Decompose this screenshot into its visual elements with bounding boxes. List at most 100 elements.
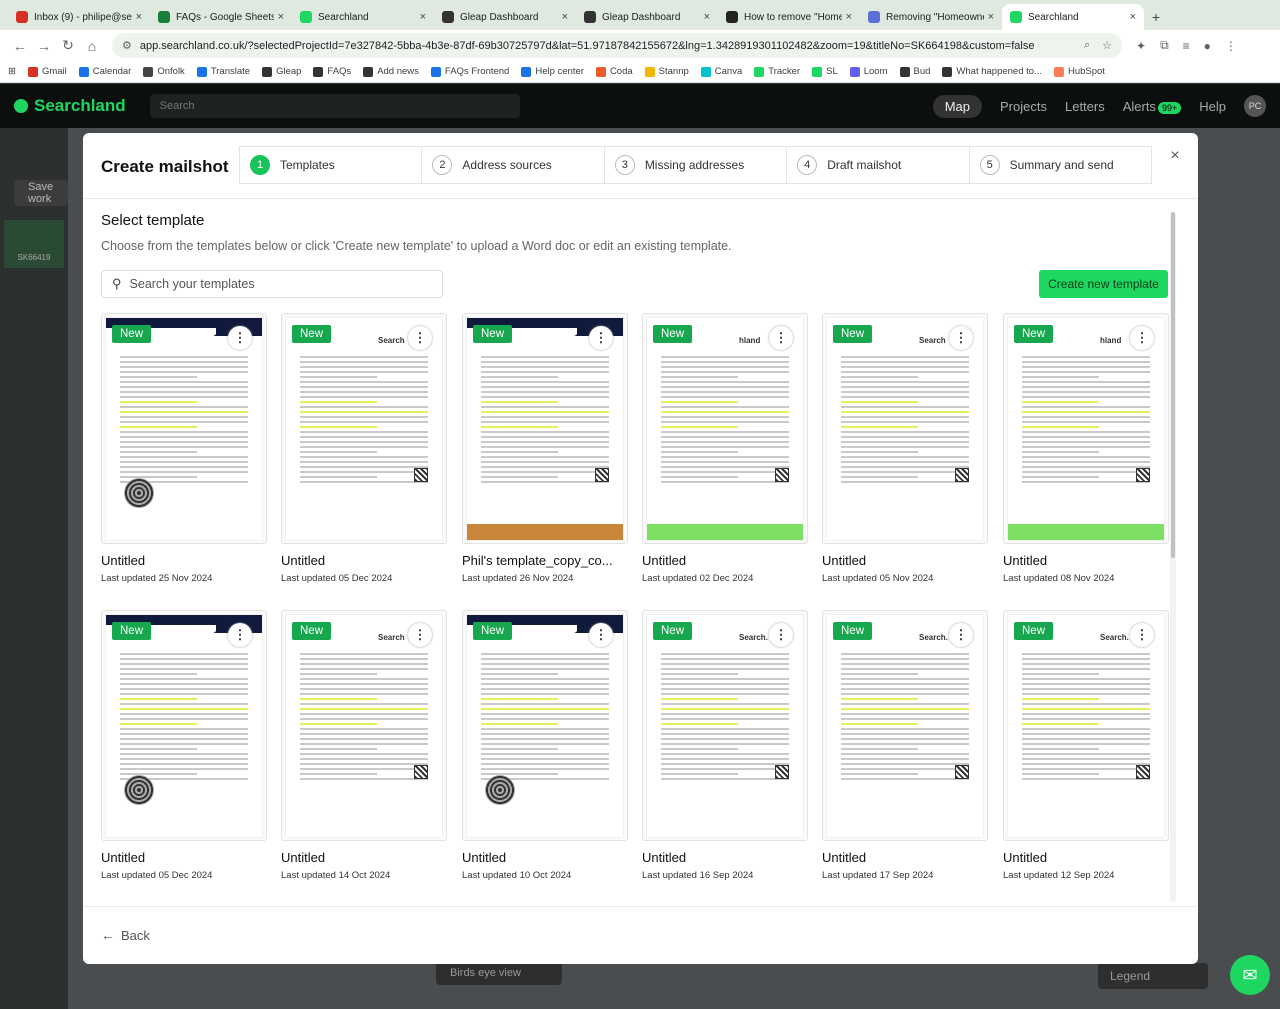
template-card[interactable]: New ⋮ Untitled Last updated 05 Dec 2024 bbox=[101, 610, 267, 881]
address-bar[interactable]: ⚙ app.searchland.co.uk/?selectedProjectI… bbox=[112, 33, 1122, 58]
browser-tab[interactable]: Removing "Homeowne × bbox=[860, 4, 1002, 30]
template-search-input[interactable]: ⚲ Search your templates bbox=[101, 270, 443, 298]
site-info-icon[interactable]: ⚙ bbox=[122, 39, 132, 52]
more-options-icon[interactable]: ⋮ bbox=[1130, 623, 1154, 647]
template-thumbnail[interactable]: Search New ⋮ bbox=[281, 610, 447, 841]
extension-icon[interactable]: ✦ bbox=[1136, 39, 1146, 53]
template-thumbnail[interactable]: Search. New ⋮ bbox=[822, 610, 988, 841]
tab-close-icon[interactable]: × bbox=[136, 11, 142, 23]
more-options-icon[interactable]: ⋮ bbox=[1130, 326, 1154, 350]
tab-close-icon[interactable]: × bbox=[988, 11, 994, 23]
template-card[interactable]: Search. New ⋮ Untitled Last updated 16 Sep 2… bbox=[642, 610, 808, 881]
step-templates[interactable]: 1 Templates bbox=[240, 147, 423, 183]
more-options-icon[interactable]: ⋮ bbox=[769, 326, 793, 350]
template-card[interactable]: hland New ⋮ Untitled Last updated 08 Nov 202… bbox=[1003, 313, 1169, 584]
tab-close-icon[interactable]: × bbox=[278, 11, 284, 23]
bookmark-item[interactable]: Canva bbox=[700, 66, 742, 77]
bookmark-item[interactable]: Bud bbox=[899, 66, 930, 77]
birds-eye-toggle[interactable]: Birds eye view bbox=[436, 961, 562, 985]
nav-help[interactable]: Help bbox=[1199, 99, 1226, 114]
new-tab-button[interactable]: + bbox=[1144, 4, 1168, 30]
back-button[interactable]: ← Back bbox=[101, 927, 150, 943]
create-new-template-button[interactable]: Create new template bbox=[1039, 270, 1168, 298]
template-thumbnail[interactable]: hland New ⋮ bbox=[642, 313, 808, 544]
legend-button[interactable]: Legend bbox=[1098, 963, 1208, 989]
step-draft-mailshot[interactable]: 4 Draft mailshot bbox=[787, 147, 970, 183]
template-card[interactable]: New ⋮ Untitled Last updated 10 Oct 2024 bbox=[462, 610, 628, 881]
template-card[interactable]: Search New ⋮ Untitled Last updated 05 Nov 20… bbox=[822, 313, 988, 584]
template-thumbnail[interactable]: New ⋮ bbox=[101, 313, 267, 544]
bookmark-item[interactable]: FAQs Frontend bbox=[430, 66, 509, 77]
forward-arrow-icon[interactable]: → bbox=[32, 38, 56, 54]
template-thumbnail[interactable]: Search. New ⋮ bbox=[1003, 610, 1169, 841]
browser-tab[interactable]: Searchland × bbox=[1002, 4, 1144, 30]
tab-close-icon[interactable]: × bbox=[562, 11, 568, 23]
more-options-icon[interactable]: ⋮ bbox=[228, 326, 252, 350]
template-card[interactable]: Search. New ⋮ Untitled Last updated 12 Sep 2… bbox=[1003, 610, 1169, 881]
more-options-icon[interactable]: ⋮ bbox=[949, 623, 973, 647]
step-summary-and-send[interactable]: 5 Summary and send bbox=[970, 147, 1151, 183]
bookmark-item[interactable]: Gleap bbox=[262, 66, 301, 77]
more-options-icon[interactable]: ⋮ bbox=[408, 326, 432, 350]
browser-tab[interactable]: How to remove "Home × bbox=[718, 4, 860, 30]
bookmark-star-icon[interactable]: ☆ bbox=[1102, 39, 1112, 52]
bookmark-item[interactable]: Translate bbox=[196, 66, 250, 77]
more-options-icon[interactable]: ⋮ bbox=[228, 623, 252, 647]
browser-tab[interactable]: Gleap Dashboard × bbox=[434, 4, 576, 30]
browser-tab[interactable]: Inbox (9) - philipe@se × bbox=[8, 4, 150, 30]
apps-grid-icon[interactable]: ⊞ bbox=[8, 66, 16, 77]
nav-projects[interactable]: Projects bbox=[1000, 99, 1047, 114]
more-options-icon[interactable]: ⋮ bbox=[589, 623, 613, 647]
bookmark-item[interactable]: Calendar bbox=[78, 66, 131, 77]
template-thumbnail[interactable]: New ⋮ bbox=[101, 610, 267, 841]
template-card[interactable]: Search New ⋮ Untitled Last updated 05 Dec 20… bbox=[281, 313, 447, 584]
template-thumbnail[interactable]: Search. New ⋮ bbox=[642, 610, 808, 841]
home-icon[interactable]: ⌂ bbox=[80, 38, 104, 54]
step-address-sources[interactable]: 2 Address sources bbox=[422, 147, 605, 183]
template-card[interactable]: New ⋮ Phil's template_copy_co... Last updat… bbox=[462, 313, 628, 584]
browser-tab[interactable]: FAQs - Google Sheets × bbox=[150, 4, 292, 30]
parcel-tab[interactable]: SK66419 bbox=[4, 220, 64, 268]
bookmark-item[interactable]: Gmail bbox=[27, 66, 67, 77]
more-options-icon[interactable]: ⋮ bbox=[949, 326, 973, 350]
bookmark-item[interactable]: Loom bbox=[849, 66, 888, 77]
bookmark-item[interactable]: Stannp bbox=[644, 66, 689, 77]
template-thumbnail[interactable]: New ⋮ bbox=[462, 313, 628, 544]
bookmark-item[interactable]: Onfolk bbox=[143, 66, 185, 77]
template-card[interactable]: Search. New ⋮ Untitled Last updated 17 Sep 2… bbox=[822, 610, 988, 881]
nav-alerts[interactable]: Alerts 99+ bbox=[1123, 99, 1182, 114]
template-thumbnail[interactable]: Search New ⋮ bbox=[822, 313, 988, 544]
tab-close-icon[interactable]: × bbox=[420, 11, 426, 23]
app-logo[interactable]: Searchland bbox=[14, 96, 126, 116]
menu-kebab-icon[interactable]: ⋮ bbox=[1225, 39, 1237, 53]
bookmark-item[interactable]: What happened to... bbox=[942, 66, 1042, 77]
more-options-icon[interactable]: ⋮ bbox=[589, 326, 613, 350]
browser-tab[interactable]: Searchland × bbox=[292, 4, 434, 30]
template-thumbnail[interactable]: New ⋮ bbox=[462, 610, 628, 841]
tab-close-icon[interactable]: × bbox=[704, 11, 710, 23]
template-thumbnail[interactable]: Search New ⋮ bbox=[281, 313, 447, 544]
template-card[interactable]: hland New ⋮ Untitled Last updated 02 Dec 202… bbox=[642, 313, 808, 584]
app-search-input[interactable]: Search bbox=[149, 94, 520, 118]
more-options-icon[interactable]: ⋮ bbox=[769, 623, 793, 647]
back-arrow-icon[interactable]: ← bbox=[8, 38, 32, 54]
tab-close-icon[interactable]: × bbox=[1130, 11, 1136, 23]
bookmark-item[interactable]: Coda bbox=[595, 66, 633, 77]
close-icon[interactable]: × bbox=[1166, 147, 1184, 165]
step-missing-addresses[interactable]: 3 Missing addresses bbox=[605, 147, 788, 183]
extensions-puzzle-icon[interactable]: ⧉ bbox=[1160, 38, 1169, 53]
nav-letters[interactable]: Letters bbox=[1065, 99, 1105, 114]
bookmark-item[interactable]: Tracker bbox=[754, 66, 800, 77]
profile-icon[interactable]: ● bbox=[1204, 39, 1211, 53]
template-card[interactable]: New ⋮ Untitled Last updated 25 Nov 2024 bbox=[101, 313, 267, 584]
nav-map[interactable]: Map bbox=[932, 94, 983, 118]
chat-icon[interactable]: ✉ bbox=[1230, 955, 1270, 995]
more-options-icon[interactable]: ⋮ bbox=[408, 623, 432, 647]
tab-close-icon[interactable]: × bbox=[846, 11, 852, 23]
scrollbar-thumb[interactable] bbox=[1171, 212, 1175, 558]
template-card[interactable]: Search New ⋮ Untitled Last updated 14 Oct 20… bbox=[281, 610, 447, 881]
bookmark-item[interactable]: Help center bbox=[521, 66, 584, 77]
bookmark-item[interactable]: FAQs bbox=[313, 66, 351, 77]
reload-icon[interactable]: ↻ bbox=[56, 37, 80, 54]
save-work-button[interactable]: Save work bbox=[14, 180, 68, 206]
